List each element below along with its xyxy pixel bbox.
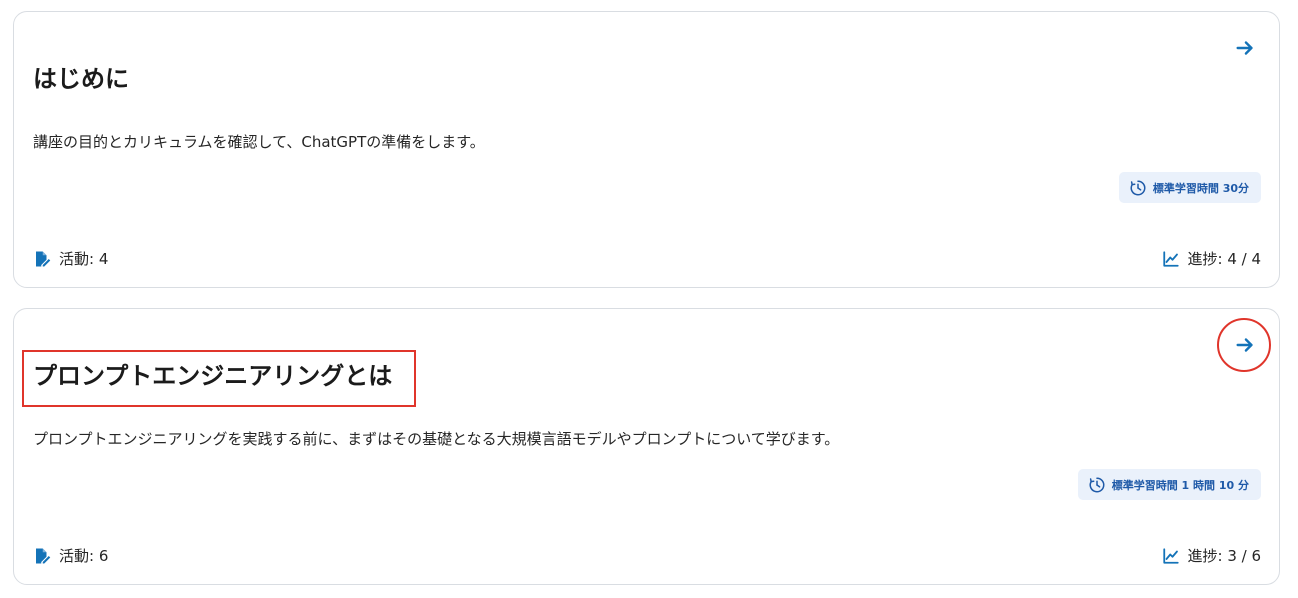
chart-line-icon xyxy=(1162,547,1179,564)
activities-count: 活動: 4 xyxy=(33,248,108,269)
activities-count: 活動: 6 xyxy=(33,545,108,566)
section-card-prompt-engineering[interactable]: プロンプトエンジニアリングとは プロンプトエンジニアリングを実践する前に、まずは… xyxy=(13,308,1280,585)
section-description: 講座の目的とカリキュラムを確認して、ChatGPTの準備をします。 xyxy=(33,133,485,151)
chart-line-icon xyxy=(1162,250,1179,267)
progress-indicator: 進捗: 3 / 6 xyxy=(1162,545,1262,566)
activities-label: 活動: 6 xyxy=(59,547,109,565)
section-description: プロンプトエンジニアリングを実践する前に、まずはその基礎となる大規模言語モデルや… xyxy=(33,430,840,448)
study-time-label: 標準学習時間 1 時間 10 分 xyxy=(1111,478,1249,492)
section-title[interactable]: プロンプトエンジニアリングとは xyxy=(33,359,392,393)
study-time-badge: 標準学習時間 30分 xyxy=(1118,172,1261,203)
progress-indicator: 進捗: 4 / 4 xyxy=(1162,248,1262,269)
open-section-button[interactable] xyxy=(1231,331,1259,359)
study-time-label: 標準学習時間 30分 xyxy=(1152,181,1249,195)
file-pen-icon xyxy=(36,548,51,563)
progress-label: 進捗: 3 / 6 xyxy=(1187,547,1262,565)
study-time-badge: 標準学習時間 1 時間 10 分 xyxy=(1077,469,1261,500)
clock-icon xyxy=(1130,180,1146,195)
section-title[interactable]: はじめに xyxy=(33,62,129,96)
arrow-right-icon xyxy=(1236,338,1253,352)
section-card-introduction[interactable]: はじめに 講座の目的とカリキュラムを確認して、ChatGPTの準備をします。 標… xyxy=(13,11,1280,288)
file-pen-icon xyxy=(36,251,51,266)
arrow-right-icon xyxy=(1236,41,1253,55)
activities-label: 活動: 4 xyxy=(59,250,109,268)
progress-label: 進捗: 4 / 4 xyxy=(1187,250,1262,268)
open-section-button[interactable] xyxy=(1231,34,1259,62)
clock-icon xyxy=(1089,477,1105,492)
